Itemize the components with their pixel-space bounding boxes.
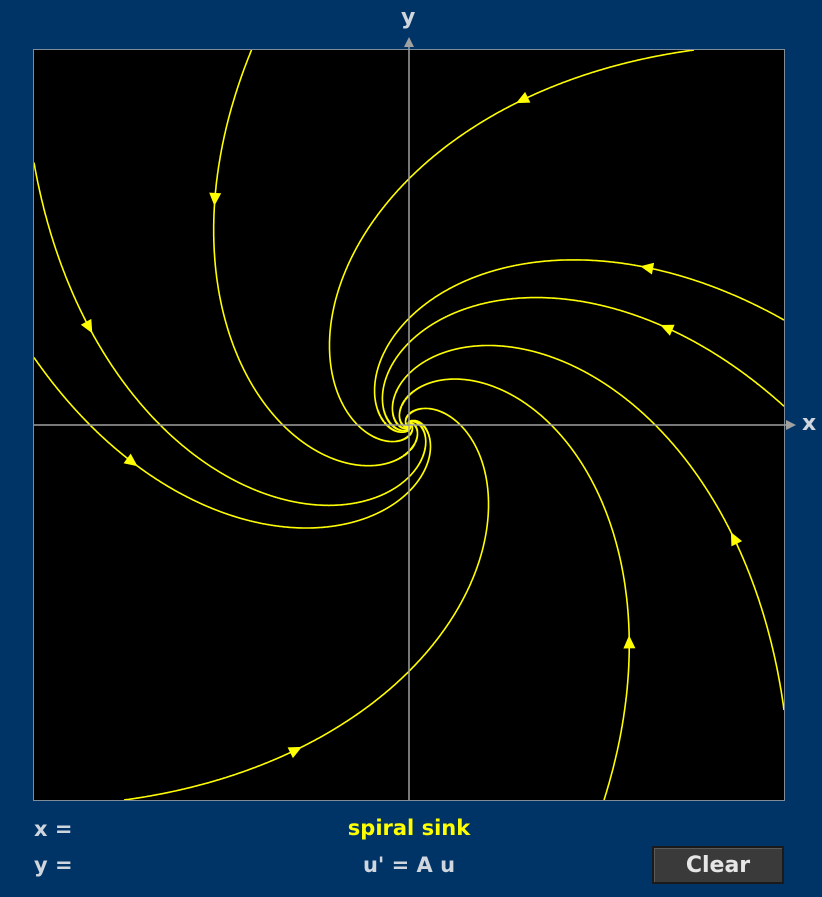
- y-axis-label: y: [401, 5, 416, 30]
- phase-plane-plot[interactable]: [33, 49, 785, 801]
- trajectory-8: [391, 344, 785, 711]
- y-coordinate-readout: y =: [34, 853, 73, 877]
- direction-arrow-icon: [209, 192, 222, 206]
- phase-plane-app: x y x = y = spiral sink u' = A u Clear: [0, 0, 822, 897]
- trajectory-6: [373, 259, 785, 433]
- direction-arrow-icon: [123, 453, 138, 467]
- x-coordinate-readout: x =: [34, 817, 73, 841]
- system-type-label: spiral sink: [347, 816, 471, 840]
- x-axis-label: x: [802, 411, 817, 436]
- trajectory-2: [33, 357, 432, 529]
- trajectory-7: [381, 296, 785, 432]
- phase-portrait-svg[interactable]: [33, 49, 785, 801]
- direction-arrow-icon: [623, 635, 636, 649]
- equation-label: u' = A u: [362, 853, 456, 877]
- y-axis-arrow-icon: [404, 37, 414, 47]
- trajectory-layer: [33, 49, 785, 801]
- clear-button[interactable]: Clear: [652, 846, 784, 884]
- direction-arrow-icon: [640, 262, 655, 275]
- trajectory-4: [123, 407, 490, 801]
- trajectory-3: [212, 49, 419, 467]
- x-axis-arrow-icon: [786, 420, 796, 430]
- trajectory-9: [398, 378, 630, 801]
